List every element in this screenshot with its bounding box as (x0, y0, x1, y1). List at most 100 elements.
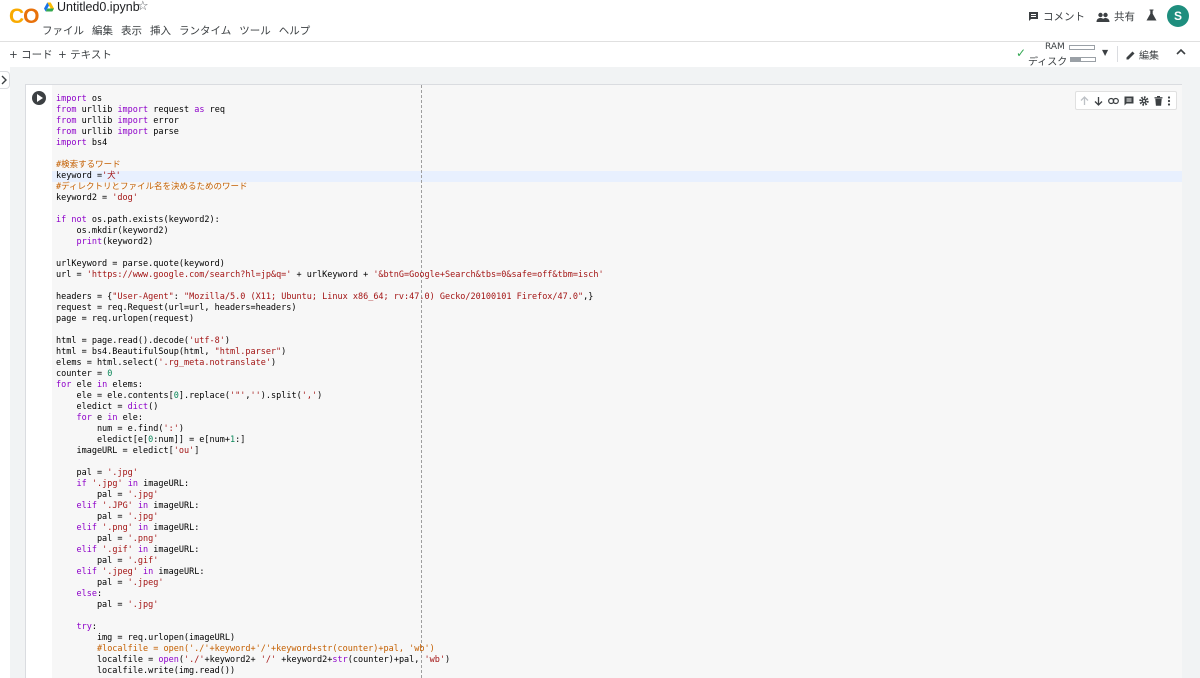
code-token: in (137, 523, 149, 533)
menu-help[interactable]: ヘルプ (279, 23, 311, 38)
ram-label: RAM (1045, 42, 1065, 52)
code-line: num = e.find(':') (56, 424, 604, 435)
chevron-down-icon[interactable]: ▼ (1102, 48, 1108, 57)
run-cell-button[interactable] (32, 91, 46, 105)
gear-icon[interactable] (1139, 95, 1149, 106)
arrow-down-icon[interactable] (1094, 96, 1103, 106)
edit-label: 編集 (1139, 51, 1159, 62)
add-code-button[interactable]: + コード (9, 47, 53, 62)
code-token: bs4 (86, 138, 108, 148)
code-line: imageURL = eledict['ou'] (56, 446, 604, 457)
code-token: img = req.urlopen(imageURL) (56, 633, 236, 643)
code-token: os (86, 94, 103, 104)
code-line: if '.jpg' in imageURL: (56, 479, 604, 490)
pencil-icon (1126, 51, 1135, 59)
code-token: open (158, 655, 179, 665)
code-line: from urllib import request as req (56, 105, 604, 116)
more-vert-icon[interactable] (1167, 95, 1171, 106)
code-line: request = req.Request(url=url, headers=h… (56, 303, 604, 314)
code-token: '&btnG=Google+Search&tbs=0&safe=off&tbm=… (373, 270, 604, 280)
colab-logo[interactable]: CO (9, 5, 40, 29)
code-content[interactable]: import os from urllib import request as r… (56, 94, 604, 677)
code-token: imageURL: (153, 567, 205, 577)
code-token: pal = (56, 578, 128, 588)
code-token: imageURL: (148, 545, 200, 555)
code-token: '"' (230, 391, 246, 401)
toolbar-divider (1117, 46, 1118, 62)
code-token: +keyword2+ (276, 655, 333, 665)
code-token: '' (250, 391, 261, 401)
link-icon[interactable] (1108, 97, 1120, 105)
code-line: eledict[e[0:num]] = e[num+1:] (56, 435, 604, 446)
code-token: page = req.urlopen(request) (56, 314, 195, 324)
menu-edit[interactable]: 編集 (92, 23, 113, 38)
code-token: os.mkdir(keyword2) (56, 226, 169, 236)
code-token: ) (178, 424, 184, 434)
comment-button[interactable]: コメント (1028, 9, 1085, 24)
code-token: elif (76, 567, 97, 577)
arrow-up-icon[interactable] (1080, 95, 1089, 106)
code-token: imageURL: (148, 501, 200, 511)
notebook-area: import os from urllib import request as r… (10, 67, 1200, 678)
code-token: localfile = (56, 655, 159, 665)
code-line: elif '.jpeg' in imageURL: (56, 567, 604, 578)
menu-runtime[interactable]: ランタイム (179, 23, 231, 38)
code-token: ele = ele.contents[ (56, 391, 174, 401)
code-line: os.mkdir(keyword2) (56, 226, 604, 237)
code-token: '.jpg' (127, 490, 159, 500)
code-token: imageURL: (137, 479, 190, 489)
code-line: pal = '.jpg' (56, 468, 604, 479)
code-line: eledict = dict() (56, 402, 604, 413)
code-token: imageURL: (148, 523, 200, 533)
code-token: elems: (107, 380, 144, 390)
google-drive-icon[interactable] (44, 2, 54, 12)
code-token: pal = (56, 490, 128, 500)
code-token: eledict = (56, 402, 128, 412)
code-token: pal = (56, 556, 128, 566)
code-line: page = req.urlopen(request) (56, 314, 604, 325)
code-line: pal = '.png' (56, 534, 604, 545)
code-editor[interactable]: import os from urllib import request as r… (52, 85, 1182, 678)
comment-icon[interactable] (1124, 96, 1134, 106)
menu-tools[interactable]: ツール (239, 23, 271, 38)
code-token: str (332, 655, 348, 665)
edit-button[interactable]: 編集 (1126, 47, 1159, 62)
code-token: from (56, 105, 77, 115)
trash-icon[interactable] (1154, 95, 1163, 106)
comment-label: コメント (1043, 11, 1085, 23)
avatar[interactable]: S (1167, 5, 1189, 27)
code-token: req (204, 105, 225, 115)
code-token: ] (194, 446, 200, 456)
code-token: try (76, 622, 92, 632)
notebook-title[interactable]: Untitled0.ipynb (57, 0, 140, 14)
code-line: from urllib import error (56, 116, 604, 127)
code-cell[interactable]: import os from urllib import request as r… (25, 84, 1182, 678)
code-line: #ディレクトリとファイル名を決めるためのワード (56, 182, 604, 193)
sidebar-toggle[interactable] (0, 71, 10, 89)
menu-file[interactable]: ファイル (42, 23, 84, 38)
code-token: dict (127, 402, 149, 412)
menu-view[interactable]: 表示 (121, 23, 142, 38)
runtime-resources[interactable]: ✓ RAM ディスク ▼ (1014, 42, 1110, 68)
code-token: error (148, 116, 179, 126)
chevron-up-icon[interactable] (1175, 46, 1187, 58)
logo-o: O (23, 5, 39, 28)
menu-insert[interactable]: 挿入 (150, 23, 171, 38)
code-token: in (127, 479, 138, 489)
code-line: counter = 0 (56, 369, 604, 380)
code-token: if (76, 479, 87, 489)
code-token: import (56, 94, 87, 104)
add-text-button[interactable]: + テキスト (58, 47, 112, 62)
share-button[interactable]: 共有 (1096, 9, 1135, 24)
flask-icon[interactable] (1146, 9, 1157, 21)
star-icon[interactable]: ☆ (137, 0, 149, 14)
code-line: localfile = open('./'+keyword2+ '/' +key… (56, 655, 604, 666)
code-token: in (137, 501, 149, 511)
header: CO Untitled0.ipynb ☆ ファイル 編集 表示 挿入 ランタイム… (0, 0, 1200, 41)
code-token: 'utf-8' (189, 336, 225, 346)
